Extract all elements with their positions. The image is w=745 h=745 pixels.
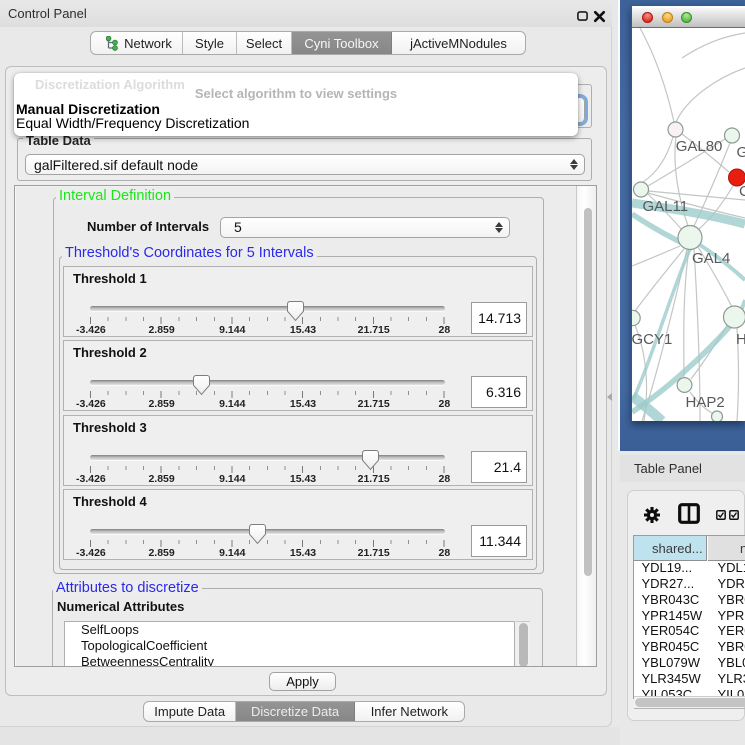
svg-text:GAL80: GAL80 <box>676 138 723 155</box>
svg-text:GA: GA <box>737 144 745 161</box>
svg-text:HAP2: HAP2 <box>686 394 725 411</box>
svg-text:GAL11: GAL11 <box>643 198 689 215</box>
svg-text:C: C <box>739 183 745 200</box>
svg-text:GCY1: GCY1 <box>632 331 672 348</box>
svg-text:H: H <box>736 331 745 348</box>
svg-text:GAL4: GAL4 <box>692 250 730 267</box>
